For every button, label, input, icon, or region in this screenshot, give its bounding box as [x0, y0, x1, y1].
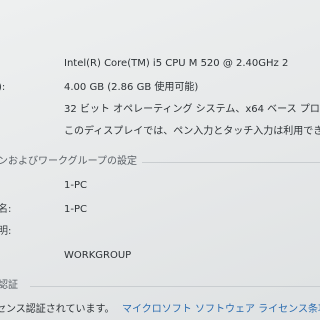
section-divider	[142, 162, 320, 163]
processor-value: Intel(R) Core(TM) i5 CPU M 520 @ 2.40GHz…	[64, 58, 289, 69]
description-label: 明:	[0, 226, 12, 237]
ram-value: 4.00 GB (2.86 GB 使用可能)	[64, 82, 199, 93]
license-terms-link[interactable]: マイクロソフト ソフトウェア ライセンス条項を読む	[122, 304, 320, 316]
pen-touch-value: このディスプレイでは、ペン入力とタッチ入力は利用できま	[64, 126, 320, 137]
full-computer-name-label: 名:	[0, 204, 12, 215]
computer-settings-header: ンおよびワークグループの設定	[0, 156, 137, 167]
section-divider	[30, 286, 320, 287]
system-properties-window: Intel(R) Core(TM) i5 CPU M 520 @ 2.40GHz…	[0, 0, 320, 320]
full-computer-name-value: 1-PC	[64, 204, 87, 215]
system-type-value: 32 ビット オペレーティング システム、x64 ベース プロセッサ	[64, 104, 320, 115]
workgroup-value: WORKGROUP	[64, 250, 132, 261]
computer-name-value: 1-PC	[64, 180, 87, 191]
activation-status: センス認証されています。	[0, 304, 115, 315]
ram-label: ):	[0, 82, 6, 93]
activation-header: 認証	[0, 280, 18, 291]
